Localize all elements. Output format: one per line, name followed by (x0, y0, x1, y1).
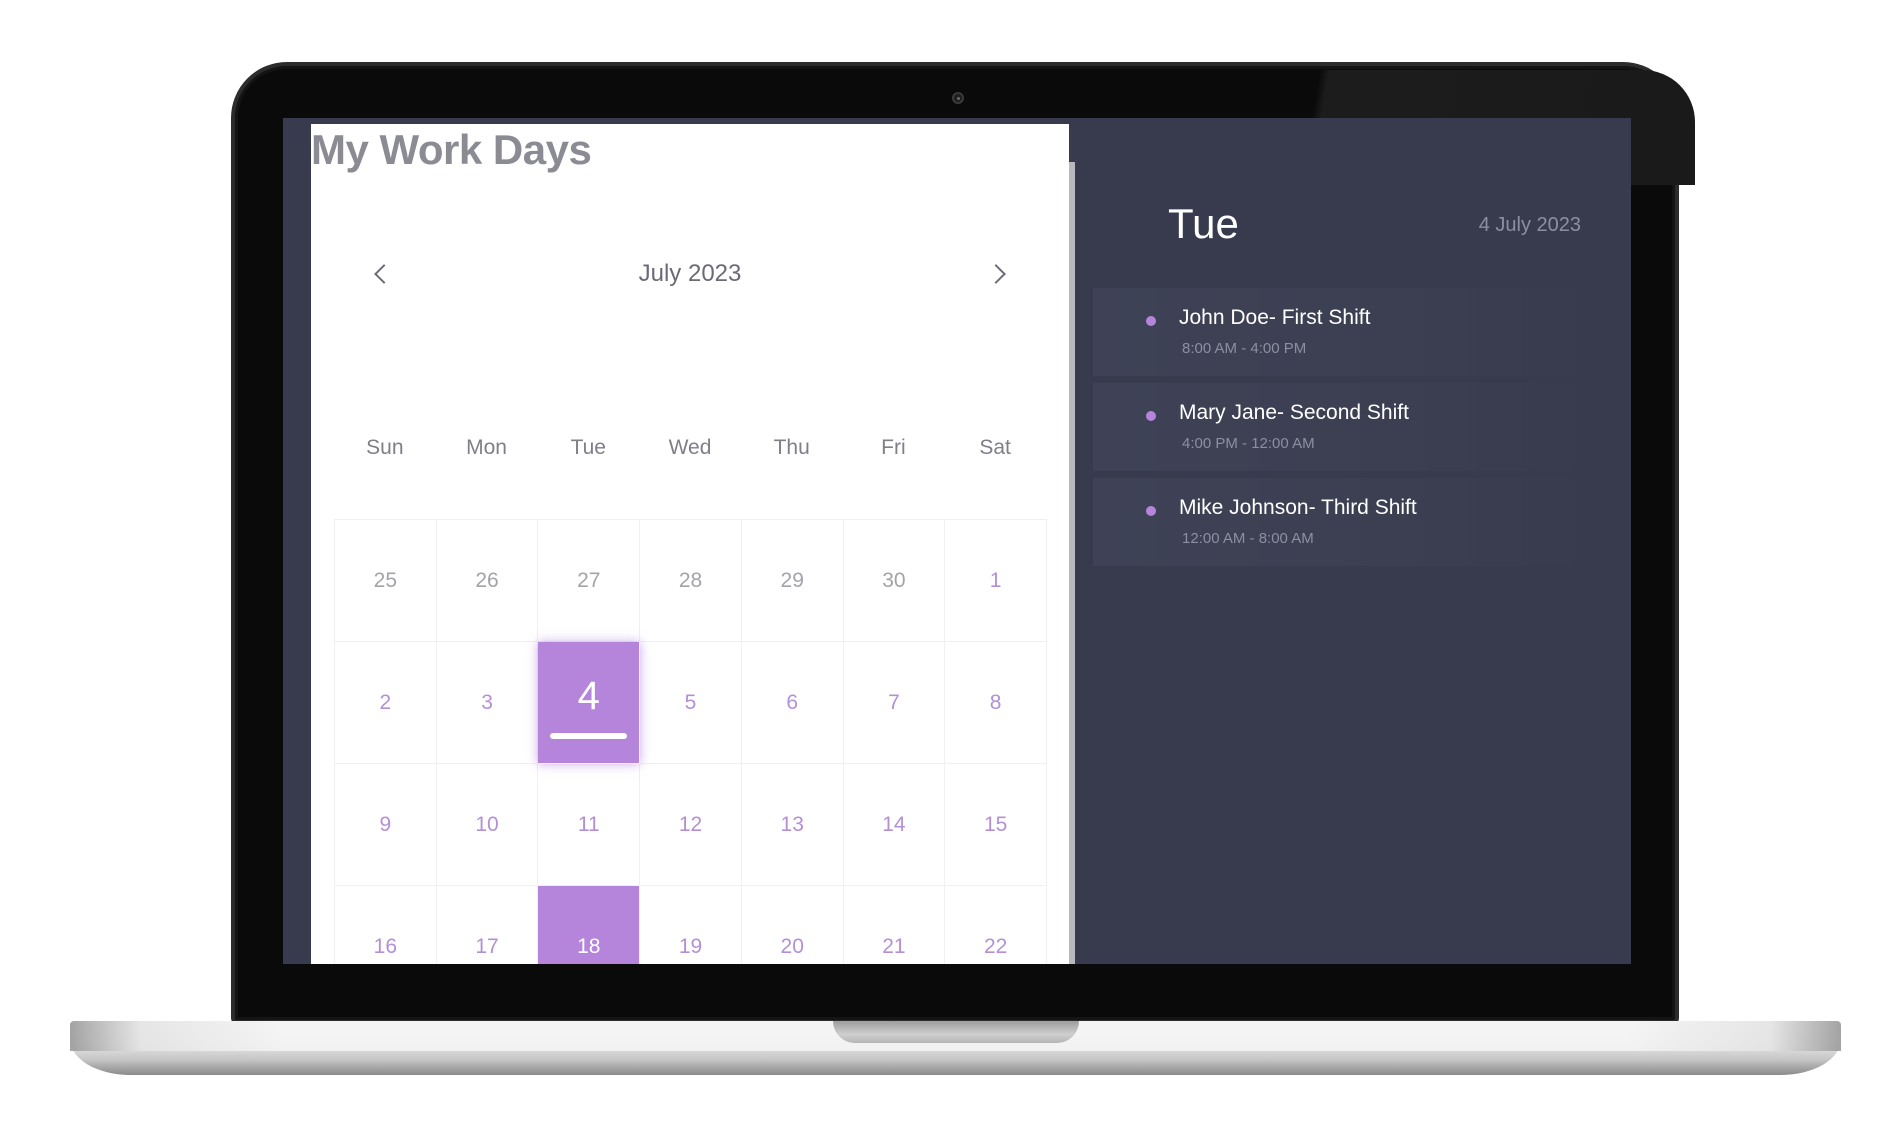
calendar-day[interactable]: 29 (741, 520, 844, 642)
calendar-day[interactable]: 7 (843, 642, 946, 764)
calendar-day[interactable]: 9 (335, 764, 437, 886)
calendar-day[interactable]: 30 (843, 520, 946, 642)
day-number: 15 (983, 812, 1008, 836)
weekday-sun: Sun (366, 436, 404, 459)
calendar-card: My Work Days July 2023 Sun Mon Tue Wed T… (311, 124, 1069, 964)
shift-time: 4:00 PM - 12:00 AM (1182, 435, 1315, 452)
day-number: 20 (780, 934, 804, 958)
chevron-right-icon (986, 264, 1006, 284)
calendar-day[interactable]: 17 (437, 886, 539, 964)
calendar-day[interactable]: 28 (640, 520, 742, 642)
bullet-dot-icon (1146, 316, 1156, 326)
day-number: 11 (577, 812, 600, 836)
calendar-day[interactable]: 21 (844, 886, 946, 964)
calendar-day[interactable]: 12 (640, 764, 742, 886)
weekday-tue: Tue (570, 436, 606, 459)
calendar-day[interactable]: 22 (945, 886, 1047, 964)
calendar-day[interactable]: 8 (945, 642, 1047, 764)
calendar-day[interactable]: 13 (741, 764, 844, 886)
day-number: 9 (379, 812, 392, 836)
day-number: 5 (684, 690, 697, 714)
calendar-day-selected[interactable]: 4 (538, 642, 641, 764)
day-number: 29 (780, 568, 804, 592)
day-number: 3 (481, 690, 493, 714)
weekday-header: Sun Mon Tue Wed Thu Fri Sat (334, 436, 1046, 466)
day-number: 6 (786, 690, 799, 714)
calendar-day[interactable]: 2 (335, 642, 437, 764)
day-number: 28 (678, 568, 703, 592)
day-number: 1 (989, 568, 1002, 592)
schedule-panel: Tue 4 July 2023 John Doe- First Shift 8:0… (1093, 118, 1631, 964)
calendar-day[interactable]: 16 (335, 886, 437, 964)
shift-item[interactable]: Mary Jane- Second Shift 4:00 PM - 12:00 A… (1093, 383, 1593, 471)
calendar-day[interactable]: 15 (945, 764, 1047, 886)
calendar-days-grid: 25 26 27 28 29 30 1 2 3 4 5 6 7 8 9 10 11 12 13 14 15 16 17 18 1… (334, 519, 1047, 964)
page-title: My Work Days (311, 126, 592, 173)
day-number: 22 (983, 934, 1008, 958)
day-number: 10 (475, 812, 499, 836)
shift-item[interactable]: John Doe- First Shift 8:00 AM - 4:00 PM (1093, 288, 1593, 376)
day-number: 18 (577, 934, 601, 958)
shift-name: Mike Johnson- Third Shift (1179, 496, 1417, 519)
shift-time: 8:00 AM - 4:00 PM (1182, 340, 1307, 357)
day-number: 27 (577, 568, 601, 592)
day-number: 4 (577, 674, 600, 718)
camera-icon (952, 92, 964, 104)
weekday-fri: Fri (881, 436, 906, 459)
day-number: 2 (379, 690, 392, 714)
weekday-wed: Wed (668, 436, 712, 459)
bullet-dot-icon (1146, 506, 1156, 516)
day-number: 8 (989, 690, 1002, 714)
day-number: 13 (780, 812, 804, 836)
laptop-notch (833, 1021, 1079, 1043)
weekday-mon: Mon (466, 436, 507, 459)
calendar-day[interactable]: 1 (945, 520, 1047, 642)
calendar-day[interactable]: 3 (436, 642, 539, 764)
day-number: 14 (882, 812, 906, 836)
day-number: 25 (373, 568, 398, 592)
calendar-day[interactable]: 19 (640, 886, 742, 964)
day-number: 7 (888, 690, 900, 714)
day-number: 26 (475, 568, 499, 592)
day-number: 21 (882, 934, 906, 958)
day-number: 19 (678, 934, 703, 958)
calendar-day[interactable]: 25 (335, 520, 437, 642)
selected-day-label: Tue (1168, 200, 1239, 247)
calendar-day[interactable]: 14 (843, 764, 946, 886)
shift-name: John Doe- First Shift (1179, 306, 1371, 329)
calendar-day[interactable]: 5 (640, 642, 742, 764)
shift-item[interactable]: Mike Johnson- Third Shift 12:00 AM - 8:00… (1093, 478, 1593, 566)
day-number: 12 (678, 812, 703, 836)
calendar-day[interactable]: 26 (436, 520, 539, 642)
day-number: 17 (475, 934, 499, 958)
month-label: July 2023 (638, 260, 742, 287)
app-screen: My Work Days July 2023 Sun Mon Tue Wed T… (283, 118, 1631, 964)
next-month-button[interactable] (979, 254, 1019, 294)
day-number: 16 (373, 934, 398, 958)
bullet-dot-icon (1146, 411, 1156, 421)
calendar-day[interactable]: 10 (436, 764, 539, 886)
calendar-day[interactable]: 18 (538, 886, 641, 964)
day-number: 30 (882, 568, 906, 592)
month-navigation: July 2023 (361, 254, 1019, 294)
calendar-day[interactable]: 20 (742, 886, 844, 964)
calendar-day[interactable]: 11 (538, 764, 641, 886)
calendar-day[interactable]: 6 (741, 642, 844, 764)
weekday-thu: Thu (773, 436, 810, 459)
shift-name: Mary Jane- Second Shift (1179, 401, 1409, 424)
weekday-sat: Sat (979, 436, 1011, 459)
shift-list: John Doe- First Shift 8:00 AM - 4:00 PM Ma… (1093, 288, 1593, 573)
shift-time: 12:00 AM - 8:00 AM (1182, 530, 1314, 547)
calendar-day[interactable]: 27 (538, 520, 641, 642)
selected-date-label: 4 July 2023 (1478, 214, 1581, 236)
